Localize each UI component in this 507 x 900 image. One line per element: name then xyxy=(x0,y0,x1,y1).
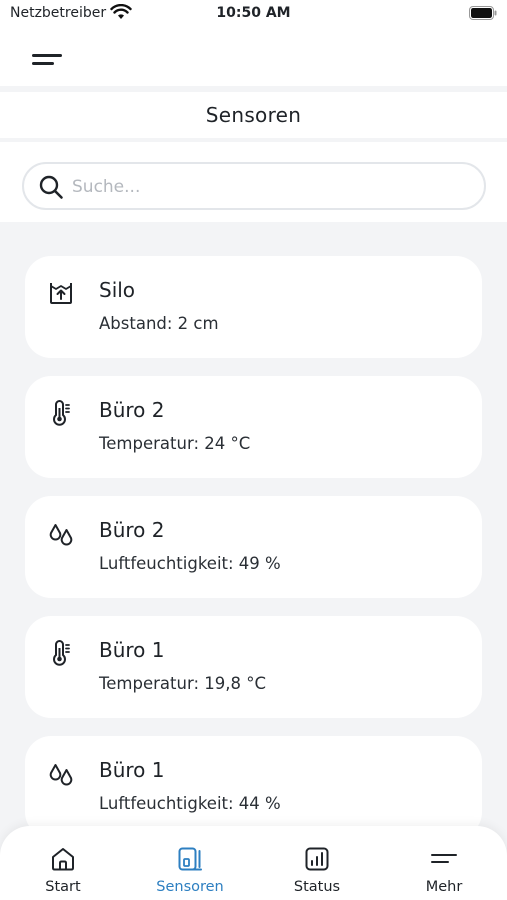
tab-status[interactable]: Status xyxy=(254,826,380,900)
sensor-icon xyxy=(178,847,202,871)
menu-line-icon xyxy=(32,54,62,57)
tab-label: Status xyxy=(293,879,341,895)
sensor-card-buero2-humidity[interactable]: Büro 2 Luftfeuchtigkeit: 49 % xyxy=(25,496,482,598)
search-input[interactable] xyxy=(72,172,462,202)
page-title: Sensoren xyxy=(0,92,507,138)
sensor-list: Silo Abstand: 2 cm Büro 2 Temperatur: 24… xyxy=(25,256,482,856)
tab-start[interactable]: Start xyxy=(0,826,126,900)
top-bar xyxy=(0,30,507,86)
status-bar: Netzbetreiber 10:50 AM xyxy=(0,0,507,30)
search-icon xyxy=(39,175,63,199)
sensor-value: Temperatur: 24 °C xyxy=(99,434,251,453)
clock: 10:50 AM xyxy=(216,5,291,21)
sensor-name: Büro 1 xyxy=(99,758,165,782)
tab-label: Mehr xyxy=(425,879,463,895)
hamburger-menu-button[interactable] xyxy=(28,44,68,74)
sensor-value: Temperatur: 19,8 °C xyxy=(99,674,266,693)
thermometer-icon xyxy=(53,640,70,666)
droplets-icon xyxy=(49,524,73,546)
battery-icon xyxy=(469,6,497,20)
sensor-card-buero2-temperature[interactable]: Büro 2 Temperatur: 24 °C xyxy=(25,376,482,478)
tab-label: Sensoren xyxy=(156,879,224,895)
menu-icon xyxy=(431,854,457,863)
sensor-card-silo[interactable]: Silo Abstand: 2 cm xyxy=(25,256,482,358)
chart-icon xyxy=(305,847,329,871)
search-box[interactable] xyxy=(22,162,486,210)
menu-line-icon xyxy=(32,62,54,65)
sensor-name: Büro 2 xyxy=(99,518,165,542)
sensor-name: Büro 2 xyxy=(99,398,165,422)
tab-mehr[interactable]: Mehr xyxy=(381,826,507,900)
sensor-value: Luftfeuchtigkeit: 44 % xyxy=(99,794,281,813)
search-section xyxy=(0,142,507,222)
sensor-card-buero1-humidity[interactable]: Büro 1 Luftfeuchtigkeit: 44 % xyxy=(25,736,482,838)
bottom-tab-bar: Start Sensoren Status Mehr xyxy=(0,826,507,900)
sensor-value: Abstand: 2 cm xyxy=(99,314,219,333)
sensor-name: Silo xyxy=(99,278,136,302)
home-icon xyxy=(52,848,74,871)
sensor-value: Luftfeuchtigkeit: 49 % xyxy=(99,554,281,573)
tab-label: Start xyxy=(45,879,81,895)
silo-icon xyxy=(50,283,72,304)
tab-sensoren[interactable]: Sensoren xyxy=(127,826,253,900)
sensor-name: Büro 1 xyxy=(99,638,165,662)
sensor-card-buero1-temperature[interactable]: Büro 1 Temperatur: 19,8 °C xyxy=(25,616,482,718)
thermometer-icon xyxy=(53,400,70,426)
droplets-icon xyxy=(49,764,73,786)
